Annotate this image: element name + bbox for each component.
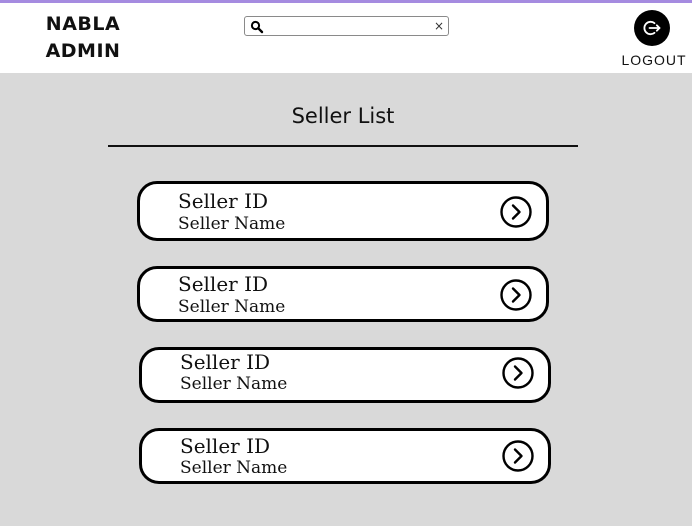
search-box[interactable]: × xyxy=(244,16,449,36)
seller-name-label: Seller Name xyxy=(178,297,286,317)
brand-line-2: ADMIN xyxy=(45,40,121,62)
chevron-right-circle-icon[interactable] xyxy=(502,440,534,472)
search-input[interactable] xyxy=(267,18,427,34)
search-icon xyxy=(250,19,264,34)
logout-button[interactable] xyxy=(634,10,670,46)
logout-icon xyxy=(643,20,661,36)
seller-name-label: Seller Name xyxy=(180,374,288,394)
seller-id-label: Seller ID xyxy=(178,272,269,296)
seller-id-label: Seller ID xyxy=(178,189,269,213)
seller-name-label: Seller Name xyxy=(180,458,288,478)
brand-logo: NABLA ADMIN xyxy=(40,11,126,65)
brand-line-1: NABLA xyxy=(45,13,121,35)
seller-id-label: Seller ID xyxy=(180,350,271,374)
clear-icon[interactable]: × xyxy=(434,18,444,34)
chevron-right-circle-icon[interactable] xyxy=(502,357,534,389)
logout-label[interactable]: LOGOUT xyxy=(619,52,689,68)
seller-card[interactable]: Seller ID Seller Name xyxy=(139,347,551,403)
top-header: NABLA ADMIN × LOGOUT xyxy=(0,3,692,73)
title-divider xyxy=(108,145,578,147)
seller-card[interactable]: Seller ID Seller Name xyxy=(137,266,549,322)
seller-id-label: Seller ID xyxy=(180,434,271,458)
seller-card[interactable]: Seller ID Seller Name xyxy=(137,181,549,241)
chevron-right-circle-icon[interactable] xyxy=(500,196,532,228)
seller-name-label: Seller Name xyxy=(178,214,286,234)
seller-card[interactable]: Seller ID Seller Name xyxy=(139,428,551,484)
chevron-right-circle-icon[interactable] xyxy=(500,279,532,311)
page-title: Seller List xyxy=(291,104,395,128)
